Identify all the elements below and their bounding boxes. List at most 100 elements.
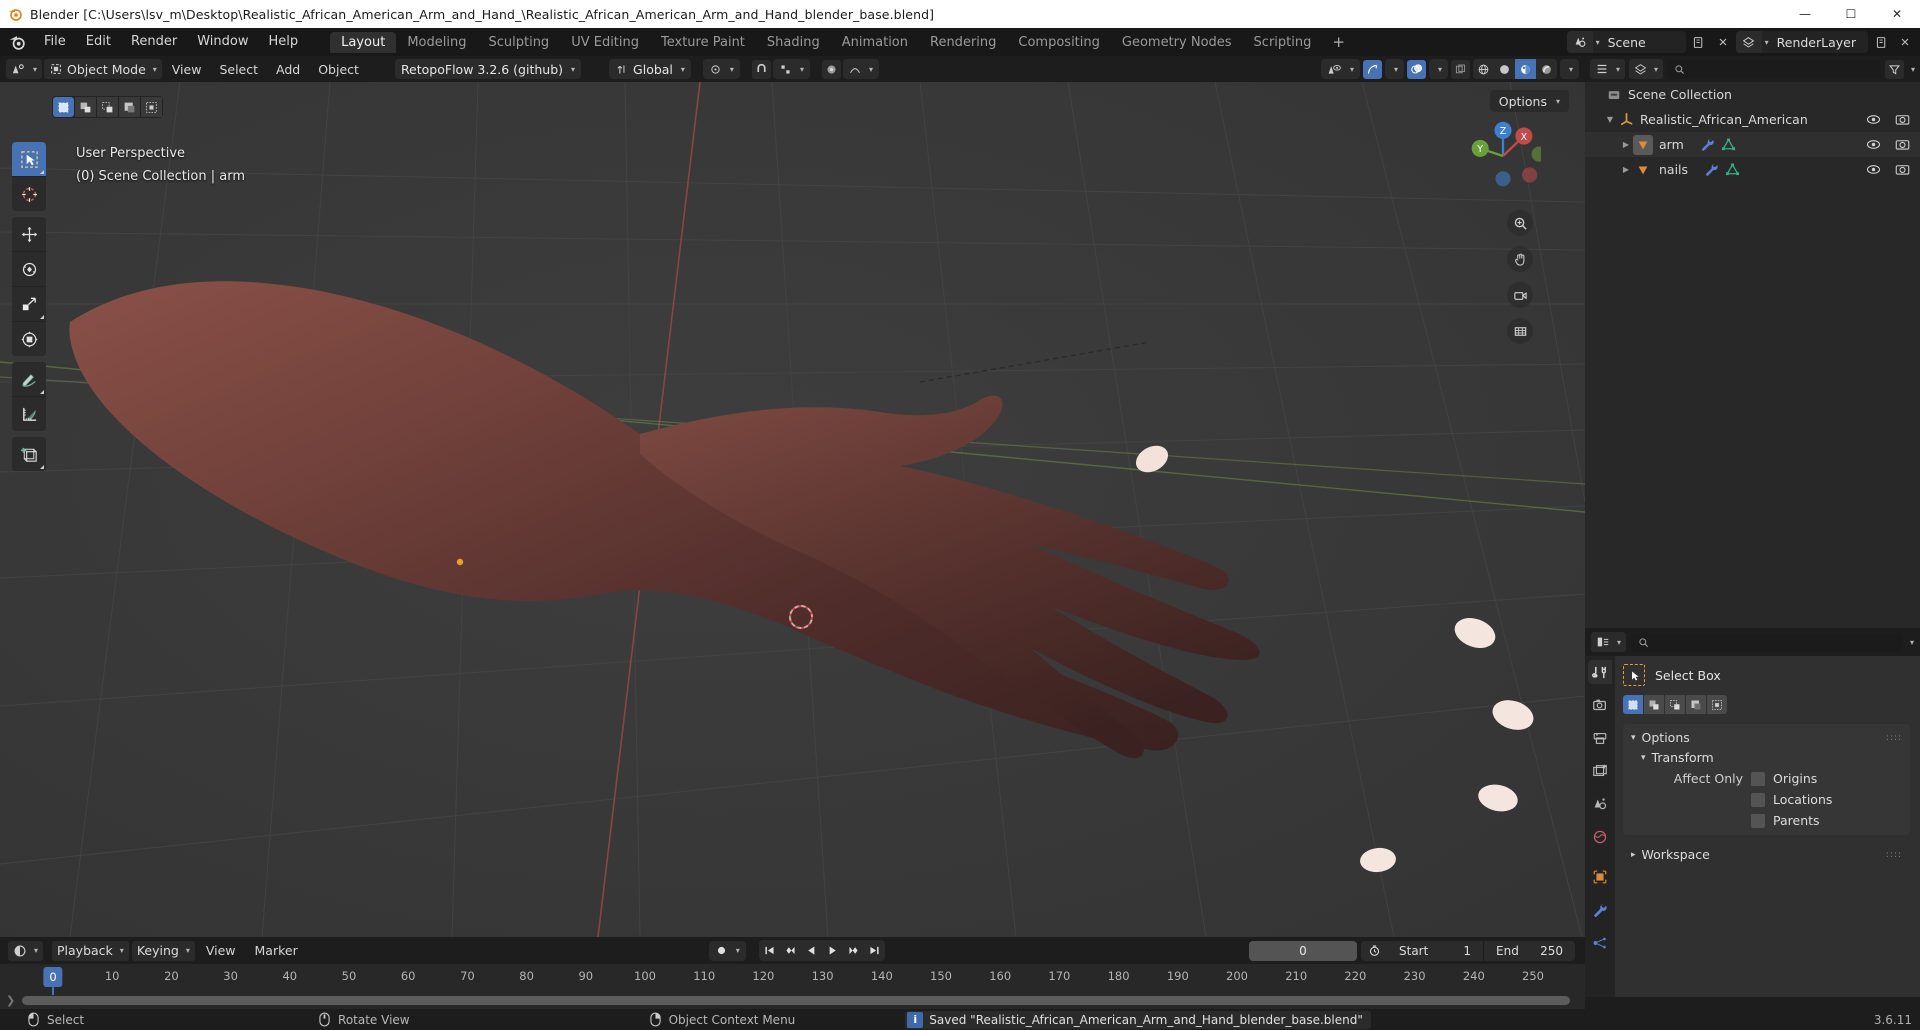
outliner-expander-icon[interactable]: ▶ xyxy=(1619,140,1633,149)
properties-search-input[interactable] xyxy=(1631,632,1902,652)
affect-origins-checkbox[interactable] xyxy=(1751,771,1765,786)
menu-help[interactable]: Help xyxy=(259,32,309,52)
eye-icon[interactable] xyxy=(1866,163,1881,176)
workspace-tab-geometry-nodes[interactable]: Geometry Nodes xyxy=(1111,32,1243,53)
workspace-tab-rendering[interactable]: Rendering xyxy=(919,32,1007,53)
snap-target-selector[interactable]: ▾ xyxy=(702,59,740,79)
select-mode-extend-icon[interactable] xyxy=(75,97,96,117)
proportional-falloff-selector[interactable]: ▾ xyxy=(842,59,879,79)
use-preview-range-icon[interactable] xyxy=(1361,940,1387,961)
select-mode-extend-icon[interactable] xyxy=(1644,695,1664,714)
retopoflow-menu[interactable]: RetopoFlow 3.2.6 (github) ▾ xyxy=(394,59,582,79)
workspace-panel-header[interactable]: ▸ Workspace :::: xyxy=(1623,845,1910,864)
maximize-button[interactable]: ☐ xyxy=(1828,0,1874,28)
view-layer-selector[interactable]: ▾ RenderLayer xyxy=(1735,31,1868,53)
workspace-tab-texture-paint[interactable]: Texture Paint xyxy=(650,32,756,53)
viewport-3d[interactable]: User Perspective (0) Scene Collection | … xyxy=(0,82,1585,937)
object-mode-selector[interactable]: Object Mode ▾ xyxy=(44,59,162,79)
select-mode-intersect-icon[interactable] xyxy=(141,97,162,117)
proportional-editing-icon[interactable] xyxy=(821,59,841,79)
shading-wireframe-icon[interactable] xyxy=(1473,59,1494,79)
menu-window[interactable]: Window xyxy=(187,32,258,52)
modifier-wrench-icon[interactable] xyxy=(1700,137,1715,152)
properties-tab-output[interactable] xyxy=(1588,726,1612,750)
overlay-options-selector[interactable]: ▾ xyxy=(1428,59,1448,79)
camera-view-icon[interactable] xyxy=(1507,282,1533,308)
jump-to-end-button[interactable] xyxy=(864,940,885,961)
tool-measure[interactable] xyxy=(12,397,46,431)
viewport-menu-select[interactable]: Select xyxy=(211,62,266,77)
camera-render-icon[interactable] xyxy=(1895,163,1910,176)
view-layer-name-field[interactable]: RenderLayer xyxy=(1769,35,1868,50)
tool-move[interactable] xyxy=(12,217,46,251)
timeline-menu-keying[interactable]: Keying ▾ xyxy=(131,940,195,961)
tool-cursor[interactable] xyxy=(12,177,46,211)
minimize-button[interactable]: — xyxy=(1782,0,1828,28)
transform-subpanel-header[interactable]: ▾ Transform xyxy=(1623,747,1910,768)
affect-parents-checkbox[interactable] xyxy=(1751,813,1765,828)
select-mode-invert-icon[interactable] xyxy=(1686,695,1706,714)
tool-rotate[interactable] xyxy=(12,252,46,286)
outliner-row-nails[interactable]: ▶ nails xyxy=(1585,157,1920,182)
scene-selector[interactable]: ▾ Scene xyxy=(1566,31,1686,53)
current-frame-field[interactable]: 0 xyxy=(1249,940,1357,961)
panel-grip-icon[interactable]: :::: xyxy=(1886,850,1902,859)
show-gizmo-icon[interactable] xyxy=(1362,59,1382,79)
mesh-data-icon[interactable] xyxy=(1725,162,1740,177)
outliner-row-collection-object[interactable]: ▼ Realistic_African_American xyxy=(1585,107,1920,132)
workspace-tab-shading[interactable]: Shading xyxy=(756,32,831,53)
outliner-row-arm[interactable]: ▶ arm xyxy=(1585,132,1920,157)
outliner-expander-icon[interactable]: ▶ xyxy=(1619,165,1633,174)
tool-scale[interactable] xyxy=(12,287,46,321)
properties-tab-view-layer[interactable] xyxy=(1588,759,1612,783)
timeline-menu-view[interactable]: View xyxy=(198,943,244,958)
outliner-filter-icon[interactable] xyxy=(1884,59,1904,79)
workspace-tab-layout[interactable]: Layout xyxy=(330,31,397,53)
auto-keying-toggle[interactable]: ▾ xyxy=(708,940,746,961)
snap-magnet-icon[interactable] xyxy=(751,59,771,79)
properties-tab-particles[interactable] xyxy=(1588,931,1612,955)
properties-tab-modifiers[interactable] xyxy=(1588,898,1612,922)
viewport-options-button[interactable]: Options ▾ xyxy=(1489,90,1569,112)
panel-grip-icon[interactable]: :::: xyxy=(1886,733,1902,742)
properties-editor-type-selector[interactable]: ▾ xyxy=(1591,632,1627,652)
shading-solid-icon[interactable] xyxy=(1494,59,1515,79)
workspace-tab-uv-editing[interactable]: UV Editing xyxy=(560,32,650,53)
shading-material-preview-icon[interactable] xyxy=(1514,59,1536,79)
timeline-menu-marker[interactable]: Marker xyxy=(247,943,306,958)
workspace-tab-scripting[interactable]: Scripting xyxy=(1243,32,1323,53)
menu-file[interactable]: File xyxy=(34,32,76,52)
outliner-display-mode-selector[interactable]: ▾ xyxy=(1629,59,1664,79)
workspace-tab-animation[interactable]: Animation xyxy=(831,32,919,53)
properties-tab-world[interactable] xyxy=(1588,825,1612,849)
properties-tab-tool[interactable] xyxy=(1588,660,1612,684)
prev-keyframe-button[interactable] xyxy=(780,940,801,961)
affect-locations-checkbox[interactable] xyxy=(1751,792,1765,807)
tool-add-cube[interactable] xyxy=(12,437,46,471)
select-mode-intersect-icon[interactable] xyxy=(1707,695,1727,714)
menu-render[interactable]: Render xyxy=(121,32,187,52)
new-view-layer-icon[interactable] xyxy=(1870,31,1892,53)
timeline-sidebar-toggle[interactable]: ❯ xyxy=(6,994,15,1007)
play-reverse-button[interactable] xyxy=(801,940,822,961)
timeline-editor-type-selector[interactable]: ▾ xyxy=(8,940,44,961)
status-message[interactable]: i Saved "Realistic_African_American_Arm_… xyxy=(905,1010,1371,1029)
close-button[interactable]: ✕ xyxy=(1874,0,1920,28)
outliner-editor-type-selector[interactable]: ▾ xyxy=(1590,59,1626,79)
delete-view-layer-icon[interactable] xyxy=(1894,31,1916,53)
outliner-row-scene-collection[interactable]: Scene Collection xyxy=(1585,82,1920,107)
select-mode-subtract-icon[interactable] xyxy=(97,97,118,117)
transform-orientation-selector[interactable]: Global ▾ xyxy=(609,59,691,79)
editor-type-selector[interactable]: ▾ xyxy=(6,59,43,79)
new-scene-icon[interactable] xyxy=(1688,31,1710,53)
eye-icon[interactable] xyxy=(1866,138,1881,151)
workspace-tab-modeling[interactable]: Modeling xyxy=(396,32,477,53)
tool-select-box[interactable] xyxy=(12,142,46,176)
workspace-tab-compositing[interactable]: Compositing xyxy=(1007,32,1111,53)
viewport-menu-object[interactable]: Object xyxy=(310,62,367,77)
options-panel-header[interactable]: ▾ Options :::: xyxy=(1623,728,1910,747)
next-keyframe-button[interactable] xyxy=(843,940,864,961)
scene-name-field[interactable]: Scene xyxy=(1600,35,1686,50)
timeline-playhead[interactable]: 0 xyxy=(43,967,63,987)
outliner-tree[interactable]: Scene Collection ▼ Realistic_African_Ame… xyxy=(1585,82,1920,628)
